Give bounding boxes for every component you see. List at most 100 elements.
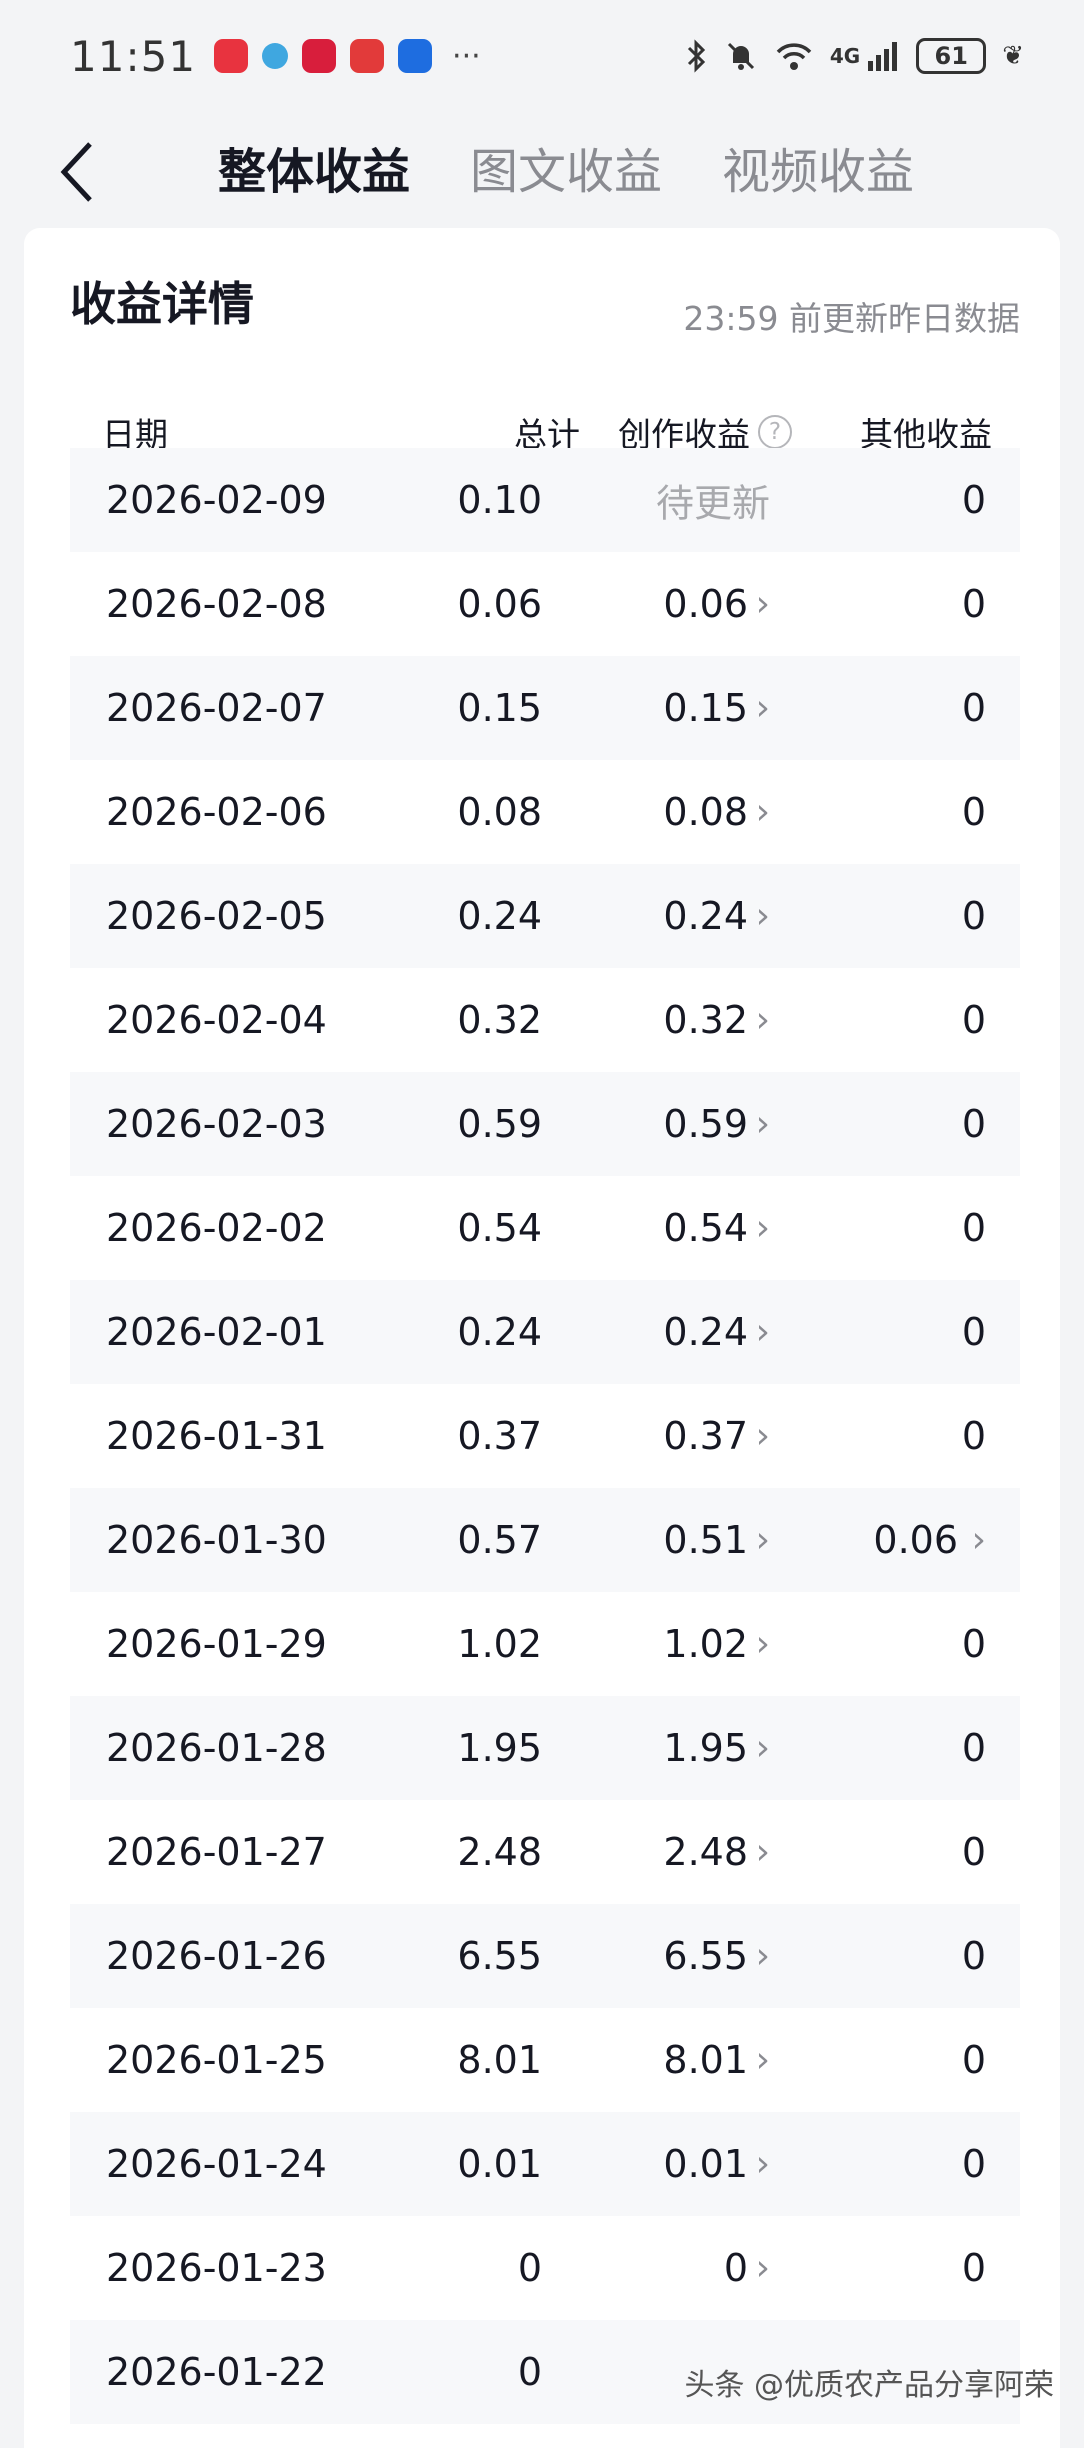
row-other-revenue: 0 <box>961 1206 986 1250</box>
chevron-right-icon[interactable]: › <box>756 2248 770 2289</box>
huawei-app-icon <box>214 39 249 73</box>
chevron-right-icon[interactable]: › <box>756 1208 770 1249</box>
row-creation-revenue[interactable]: 0.37 <box>663 1414 748 1458</box>
row-total: 0.37 <box>457 1414 542 1458</box>
row-other-revenue: 0 <box>961 1414 986 1458</box>
chevron-right-icon[interactable]: › <box>756 1312 770 1353</box>
row-date: 2026-02-06 <box>106 790 327 834</box>
table-row[interactable]: 2026-02-09 0.10 待更新 0 <box>70 448 1020 552</box>
row-other-revenue: 0 <box>961 790 986 834</box>
row-other-revenue: 0 <box>961 1102 986 1146</box>
watermark: 头条 @优质农产品分享阿荣 <box>684 2368 1054 2403</box>
row-total: 0.24 <box>457 894 542 938</box>
table-row[interactable]: 2026-02-03 0.59 0.59 › 0 <box>70 1072 1020 1176</box>
row-total: 0 <box>517 2246 542 2290</box>
row-total: 0.54 <box>457 1206 542 1250</box>
chevron-right-icon[interactable]: › <box>756 1832 770 1873</box>
table-row[interactable]: 2026-01-30 0.57 0.51 › 0.06 › <box>70 1488 1020 1592</box>
tab-article-revenue[interactable]: 图文收益 <box>470 132 662 202</box>
chevron-right-icon[interactable]: › <box>756 896 770 937</box>
row-creation-revenue[interactable]: 0.54 <box>663 1206 748 1250</box>
row-creation-revenue[interactable]: 0.59 <box>663 1102 748 1146</box>
chevron-right-icon[interactable]: › <box>756 1624 770 1665</box>
table-row[interactable]: 2026-02-08 0.06 0.06 › 0 <box>70 552 1020 656</box>
chevron-right-icon[interactable]: › <box>756 1520 770 1561</box>
row-total: 8.01 <box>457 2038 542 2082</box>
row-date: 2026-01-24 <box>106 2142 327 2186</box>
row-date: 2026-02-01 <box>106 1310 327 1354</box>
chevron-right-icon[interactable]: › <box>972 1520 986 1561</box>
row-other-revenue: 0 <box>961 2142 986 2186</box>
row-creation-revenue[interactable]: 6.55 <box>663 1934 748 1978</box>
table-row[interactable]: 2026-01-23 0 0 › 0 <box>70 2216 1020 2320</box>
chevron-right-icon[interactable]: › <box>756 1728 770 1769</box>
row-total: 0.01 <box>457 2142 542 2186</box>
row-total: 6.55 <box>457 1934 542 1978</box>
row-total: 0 <box>517 2350 542 2394</box>
row-date: 2026-02-07 <box>106 686 327 730</box>
wifi-icon <box>776 43 812 70</box>
row-other-revenue: 0 <box>961 478 986 522</box>
back-button[interactable] <box>46 142 106 202</box>
chevron-right-icon[interactable]: › <box>756 792 770 833</box>
row-creation-revenue[interactable]: 0 <box>724 2246 748 2290</box>
table-row[interactable]: 2026-01-25 8.01 8.01 › 0 <box>70 2008 1020 2112</box>
chevron-right-icon[interactable]: › <box>756 2040 770 2081</box>
table-row[interactable]: 2026-02-02 0.54 0.54 › 0 <box>70 1176 1020 1280</box>
row-creation-revenue[interactable]: 0.32 <box>663 998 748 1042</box>
row-total: 0.24 <box>457 1310 542 1354</box>
table-row[interactable]: 2026-01-26 6.55 6.55 › 0 <box>70 1904 1020 2008</box>
chevron-right-icon[interactable]: › <box>756 1936 770 1977</box>
row-date: 2026-01-26 <box>106 1934 327 1978</box>
status-notification-icons: ··· <box>214 39 481 74</box>
chevron-right-icon[interactable]: › <box>756 1104 770 1145</box>
card-header: 收益详情 23:59 前更新昨日数据 <box>70 248 1060 348</box>
row-date: 2026-02-08 <box>106 582 327 626</box>
row-date: 2026-02-09 <box>106 478 327 522</box>
table-row[interactable]: 2026-02-01 0.24 0.24 › 0 <box>70 1280 1020 1384</box>
tab-video-revenue[interactable]: 视频收益 <box>722 132 914 202</box>
row-creation-revenue[interactable]: 0.24 <box>663 894 748 938</box>
row-date: 2026-01-28 <box>106 1726 327 1770</box>
table-row[interactable]: 2026-02-04 0.32 0.32 › 0 <box>70 968 1020 1072</box>
row-creation-revenue[interactable]: 1.95 <box>663 1726 748 1770</box>
row-creation-revenue[interactable]: 0.24 <box>663 1310 748 1354</box>
update-note: 23:59 前更新昨日数据 <box>683 299 1020 338</box>
signal-icon <box>868 42 898 71</box>
row-date: 2026-01-23 <box>106 2246 327 2290</box>
row-creation-revenue[interactable]: 0.06 <box>663 582 748 626</box>
row-date: 2026-02-05 <box>106 894 327 938</box>
chevron-right-icon[interactable]: › <box>756 1416 770 1457</box>
table-row[interactable]: 2026-02-05 0.24 0.24 › 0 <box>70 864 1020 968</box>
row-creation-revenue[interactable]: 1.02 <box>663 1622 748 1666</box>
table-row[interactable]: 2026-01-29 1.02 1.02 › 0 <box>70 1592 1020 1696</box>
chevron-right-icon[interactable]: › <box>756 1000 770 1041</box>
row-total: 0.10 <box>457 478 542 522</box>
table-row[interactable]: 2026-01-31 0.37 0.37 › 0 <box>70 1384 1020 1488</box>
network-type-label: 4G <box>829 44 861 68</box>
table-row[interactable]: 2026-01-28 1.95 1.95 › 0 <box>70 1696 1020 1800</box>
table-row[interactable]: 2026-01-24 0.01 0.01 › 0 <box>70 2112 1020 2216</box>
row-creation-revenue[interactable]: 0.08 <box>663 790 748 834</box>
battery-indicator: 61 <box>916 38 987 74</box>
row-creation-revenue[interactable]: 0.51 <box>663 1518 748 1562</box>
table-row[interactable]: 2026-02-06 0.08 0.08 › 0 <box>70 760 1020 864</box>
row-date: 2026-02-03 <box>106 1102 327 1146</box>
row-date: 2026-02-04 <box>106 998 327 1042</box>
row-other-revenue: 0 <box>961 998 986 1042</box>
table-row[interactable]: 2026-01-27 2.48 2.48 › 0 <box>70 1800 1020 1904</box>
row-other-revenue: 0 <box>961 582 986 626</box>
table-row[interactable]: 2026-02-07 0.15 0.15 › 0 <box>70 656 1020 760</box>
chevron-right-icon[interactable]: › <box>756 584 770 625</box>
status-bar: 11:51 ··· 4G 61 ❦ <box>0 0 1084 112</box>
row-other-revenue[interactable]: 0.06 <box>873 1518 958 1562</box>
help-icon[interactable]: ? <box>758 415 792 449</box>
row-date: 2026-01-22 <box>106 2350 327 2394</box>
chevron-right-icon[interactable]: › <box>756 688 770 729</box>
row-creation-revenue[interactable]: 8.01 <box>663 2038 748 2082</box>
row-creation-revenue[interactable]: 0.01 <box>663 2142 748 2186</box>
tab-overall-revenue[interactable]: 整体收益 <box>218 132 410 202</box>
chevron-right-icon[interactable]: › <box>756 2144 770 2185</box>
row-creation-revenue[interactable]: 0.15 <box>663 686 748 730</box>
row-creation-revenue[interactable]: 2.48 <box>663 1830 748 1874</box>
